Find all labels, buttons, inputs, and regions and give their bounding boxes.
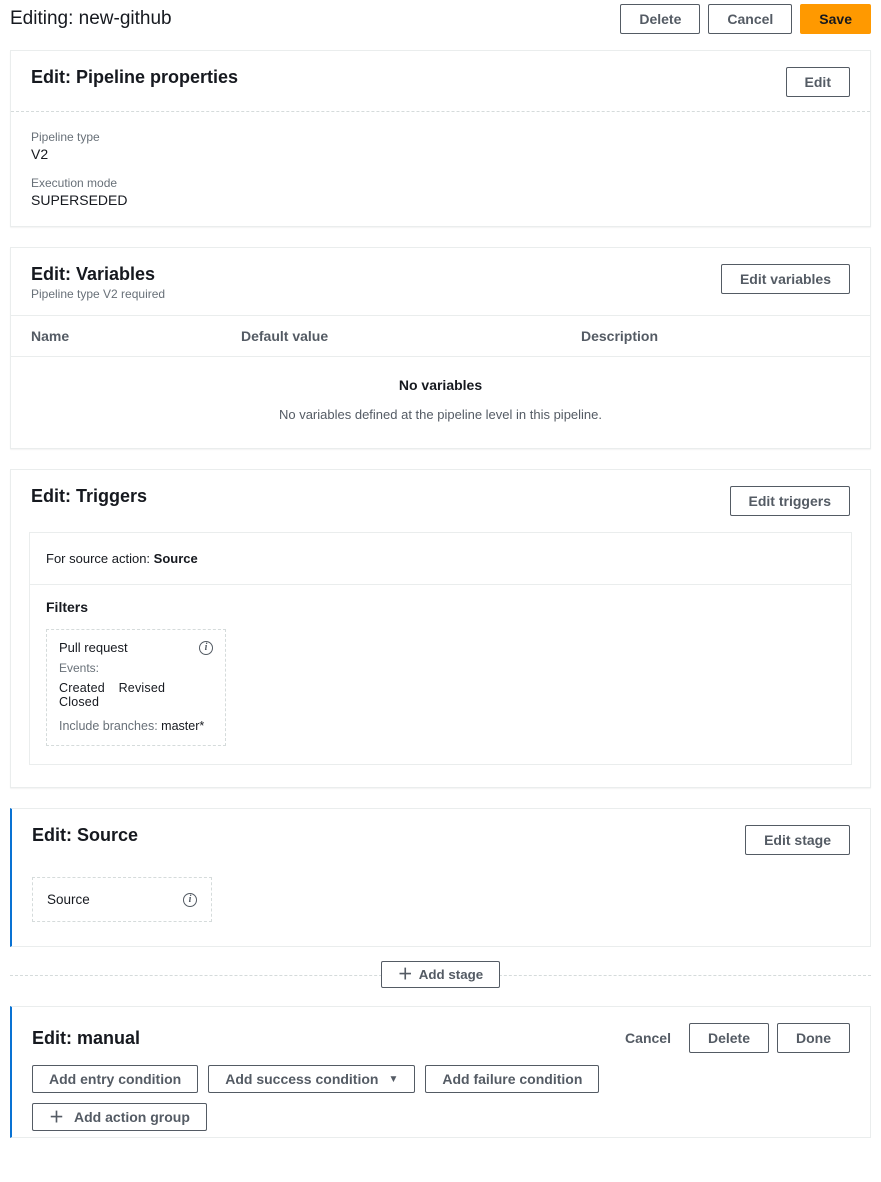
edit-variables-button[interactable]: Edit variables bbox=[721, 264, 850, 294]
trigger-source-prefix: For source action: bbox=[46, 551, 154, 566]
manual-stage-panel: Edit: manual Cancel Delete Done Add entr… bbox=[10, 1006, 871, 1138]
manual-stage-title: Edit: manual bbox=[32, 1028, 140, 1049]
filter-branches-value: master* bbox=[161, 719, 204, 733]
manual-done-button[interactable]: Done bbox=[777, 1023, 850, 1053]
manual-stage-actions: Cancel Delete Done bbox=[615, 1023, 850, 1053]
event-created: Created bbox=[59, 681, 105, 695]
source-stage-title: Edit: Source bbox=[32, 825, 138, 846]
trigger-container: For source action: Source Filters Pull r… bbox=[29, 532, 852, 765]
filter-branches: Include branches: master* bbox=[59, 719, 213, 733]
delete-button[interactable]: Delete bbox=[620, 4, 700, 34]
edit-source-stage-button[interactable]: Edit stage bbox=[745, 825, 850, 855]
plus-icon: ＋ bbox=[49, 1110, 64, 1125]
triggers-panel: Edit: Triggers Edit triggers For source … bbox=[10, 469, 871, 788]
add-success-condition-button[interactable]: Add success condition ▼ bbox=[208, 1065, 415, 1093]
execution-mode-value: SUPERSEDED bbox=[31, 192, 850, 208]
trigger-source-line: For source action: Source bbox=[30, 533, 851, 585]
variables-subtitle: Pipeline type V2 required bbox=[31, 287, 165, 301]
filter-events-label: Events: bbox=[59, 661, 213, 675]
source-stage-panel: Edit: Source Edit stage Source i bbox=[10, 808, 871, 947]
variables-title: Edit: Variables bbox=[31, 264, 165, 285]
plus-icon: ＋ bbox=[398, 967, 413, 982]
condition-buttons-row: Add entry condition Add success conditio… bbox=[12, 1065, 870, 1103]
filters-heading: Filters bbox=[46, 599, 835, 615]
info-icon[interactable]: i bbox=[199, 641, 213, 655]
add-action-group-button[interactable]: ＋ Add action group bbox=[32, 1103, 207, 1131]
no-variables-desc: No variables defined at the pipeline lev… bbox=[11, 407, 870, 422]
manual-cancel-link[interactable]: Cancel bbox=[615, 1026, 681, 1050]
filter-events: Created Revised Closed bbox=[59, 681, 213, 709]
add-stage-divider: ＋ Add stage bbox=[10, 961, 871, 988]
save-button[interactable]: Save bbox=[800, 4, 871, 34]
variables-table-header: Name Default value Description bbox=[11, 315, 870, 357]
filter-type: Pull request bbox=[59, 640, 128, 655]
execution-mode-label: Execution mode bbox=[31, 176, 850, 190]
page-title: Editing: new-github bbox=[10, 8, 172, 30]
edit-properties-button[interactable]: Edit bbox=[786, 67, 850, 97]
caret-down-icon: ▼ bbox=[388, 1074, 398, 1085]
add-stage-label: Add stage bbox=[419, 967, 483, 982]
pipeline-type-label: Pipeline type bbox=[31, 130, 850, 144]
info-icon[interactable]: i bbox=[183, 893, 197, 907]
triggers-title: Edit: Triggers bbox=[31, 486, 147, 507]
no-variables-title: No variables bbox=[11, 377, 870, 393]
properties-title: Edit: Pipeline properties bbox=[31, 67, 238, 88]
variables-empty-state: No variables No variables defined at the… bbox=[11, 357, 870, 448]
event-closed: Closed bbox=[59, 695, 99, 709]
col-description: Description bbox=[581, 328, 850, 344]
event-revised: Revised bbox=[119, 681, 166, 695]
col-name: Name bbox=[31, 328, 241, 344]
add-stage-button[interactable]: ＋ Add stage bbox=[381, 961, 500, 988]
header-actions: Delete Cancel Save bbox=[620, 4, 871, 34]
filter-branches-label: Include branches: bbox=[59, 719, 161, 733]
pipeline-properties-panel: Edit: Pipeline properties Edit Pipeline … bbox=[10, 50, 871, 227]
cancel-button[interactable]: Cancel bbox=[708, 4, 792, 34]
pipeline-type-value: V2 bbox=[31, 146, 850, 162]
col-default: Default value bbox=[241, 328, 581, 344]
trigger-source-name: Source bbox=[154, 551, 198, 566]
edit-triggers-button[interactable]: Edit triggers bbox=[730, 486, 850, 516]
filter-card: Pull request i Events: Created Revised C… bbox=[46, 629, 226, 746]
source-action-card[interactable]: Source i bbox=[32, 877, 212, 922]
source-action-name: Source bbox=[47, 892, 90, 907]
add-failure-condition-button[interactable]: Add failure condition bbox=[425, 1065, 599, 1093]
manual-delete-button[interactable]: Delete bbox=[689, 1023, 769, 1053]
add-entry-condition-button[interactable]: Add entry condition bbox=[32, 1065, 198, 1093]
page-header: Editing: new-github Delete Cancel Save bbox=[10, 0, 871, 50]
variables-panel: Edit: Variables Pipeline type V2 require… bbox=[10, 247, 871, 449]
